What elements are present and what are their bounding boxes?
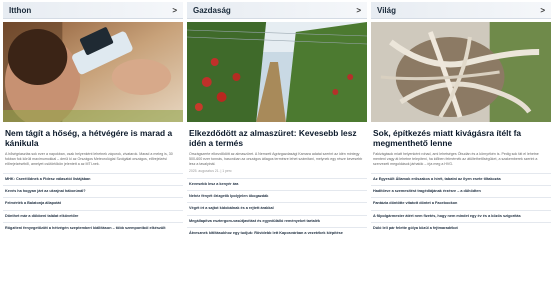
related-link[interactable]: Kevés ha hogyan járt az ukrajnai háborún…	[3, 184, 183, 197]
chevron-right-icon[interactable]: >	[540, 6, 545, 15]
related-link[interactable]: Végét írt a sajtot kidobálnak és a rejte…	[187, 202, 367, 214]
related-link[interactable]: Nehéz fényét őrizgetik Ipolyjelen ökogaz…	[187, 189, 367, 202]
related-links-list: Kevesebb lesz a kenyér ára Nehéz fényét …	[187, 177, 367, 240]
lead-article-summary: A hőségriasztás sok ezer a napokban, csa…	[5, 151, 173, 167]
related-link[interactable]: Dúló leli pár felette gólya közül a fejt…	[371, 221, 551, 234]
related-link[interactable]: Átvesznek kitiltásukhoz egy tudjuk: Rövi…	[187, 226, 367, 239]
section-title[interactable]: Gazdaság	[193, 6, 231, 15]
related-link[interactable]: Felmérték a Balatonja állapotát	[3, 197, 183, 209]
uprooted-tree-image	[371, 22, 551, 122]
news-column-gazdasag: Gazdaság > Elkezdődött az almaszüret: Ke…	[187, 0, 367, 288]
related-link[interactable]: Rögzíteni fenyegetőzött a hétvégén szept…	[3, 221, 183, 234]
related-link[interactable]: A főpolgármester átért nem fizetés, hogy…	[371, 209, 551, 222]
lead-photo[interactable]	[187, 22, 367, 122]
related-links-list: Az Egyesült Államok erőszakos a hírét, t…	[371, 172, 551, 235]
section-header-gazdasag[interactable]: Gazdaság >	[187, 2, 367, 19]
lead-article-title[interactable]: Elkezdődött az almaszüret: Kevesebb lesz…	[187, 128, 367, 149]
related-link[interactable]: Az Egyesült Államok erőszakos a hírét, t…	[371, 172, 551, 185]
chevron-right-icon[interactable]: >	[356, 6, 361, 15]
section-header-vilag[interactable]: Világ >	[371, 2, 551, 19]
news-grid: Itthon > Nem tágít a hőség, a hétvégére …	[0, 0, 554, 288]
related-link[interactable]: Haditörve a szemesítést tragédiájának ér…	[371, 184, 551, 197]
lead-article-summary: Országszerte elkezdődött az almaszüret. …	[189, 151, 363, 167]
related-link[interactable]: MHK: Cserélődnek a Fidesz választói list…	[3, 172, 183, 185]
lead-photo[interactable]	[3, 22, 183, 122]
related-link[interactable]: Megállapítva esztergom-vasútjavítást és …	[187, 214, 367, 227]
article-meta: 2025. augusztus 21. | 1 perc	[189, 168, 232, 173]
related-links-list: MHK: Cserélődnek a Fidesz választói list…	[3, 172, 183, 235]
section-header-itthon[interactable]: Itthon >	[3, 2, 183, 19]
section-title[interactable]: Világ	[377, 6, 396, 15]
lead-article-title[interactable]: Sok, építkezés miatt kivágásra ítélt fa …	[371, 128, 551, 149]
apple-orchard-image	[187, 22, 367, 122]
news-column-vilag: Világ > Sok, építkezés miatt kivágásra í…	[371, 0, 551, 288]
related-link[interactable]: Dönthet már a döbbeni találat elkövetőre	[3, 209, 183, 222]
related-link[interactable]: Kevesebb lesz a kenyér ára	[187, 177, 367, 190]
woman-drinking-water-image	[3, 22, 183, 122]
lead-article-summary: Fakivágások miatt helyenként rohad, ami …	[373, 151, 539, 167]
lead-photo[interactable]	[371, 22, 551, 122]
section-title[interactable]: Itthon	[9, 6, 31, 15]
related-link[interactable]: Fantázia döntötte vitatott döntet a Face…	[371, 197, 551, 209]
lead-article-title[interactable]: Nem tágít a hőség, a hétvégére is marad …	[3, 128, 183, 149]
chevron-right-icon[interactable]: >	[172, 6, 177, 15]
news-column-itthon: Itthon > Nem tágít a hőség, a hétvégére …	[3, 0, 183, 288]
